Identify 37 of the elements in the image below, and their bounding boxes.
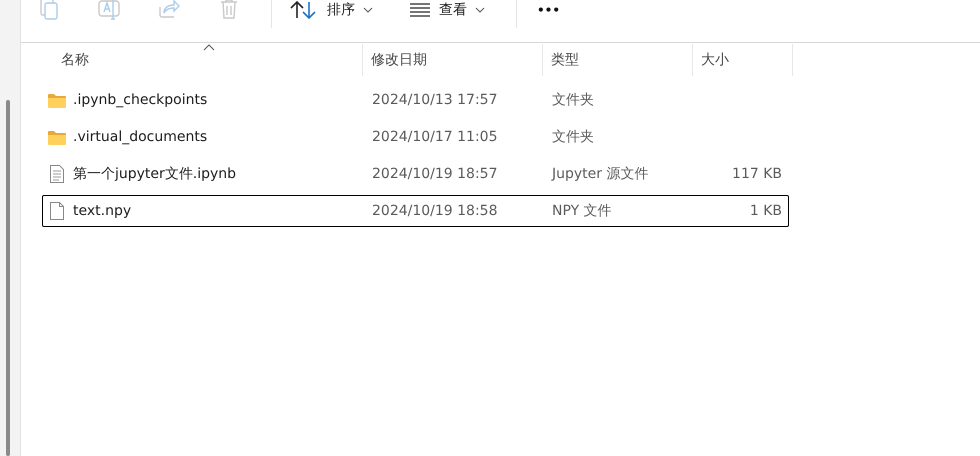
document-icon	[48, 165, 66, 183]
column-label: 大小	[701, 51, 729, 69]
file-type: 文件夹	[552, 91, 594, 109]
folder-icon	[48, 130, 66, 144]
file-type: 文件夹	[552, 128, 594, 146]
folder-icon	[48, 92, 66, 108]
file-type: NPY 文件	[552, 202, 612, 220]
modified-date: 2024/10/17 11:05	[372, 129, 498, 145]
file-row[interactable]: .ipynb_checkpoints 2024/10/13 17:57 文件夹	[42, 84, 789, 116]
scrollbar-thumb[interactable]	[6, 100, 10, 456]
file-size: 117 KB	[732, 166, 782, 182]
lines-icon	[409, 3, 431, 17]
file-type: Jupyter 源文件	[552, 165, 648, 183]
column-header[interactable]: 修改日期	[363, 44, 543, 76]
column-label: 修改日期	[371, 51, 427, 69]
chevron-down-icon	[363, 7, 373, 13]
column-label: 类型	[551, 51, 579, 69]
file-row[interactable]: .virtual_documents 2024/10/17 11:05 文件夹	[42, 121, 789, 153]
column-header[interactable]: 大小	[693, 44, 793, 76]
file-row[interactable]: text.npy 2024/10/19 18:58 NPY 文件 1 KB	[42, 195, 789, 227]
column-header[interactable]: 名称	[21, 44, 363, 76]
modified-date: 2024/10/13 17:57	[372, 92, 498, 108]
view-button[interactable]: 查看	[409, 0, 485, 20]
file-name: .virtual_documents	[73, 129, 208, 145]
more-button[interactable]: •••	[537, 0, 560, 20]
file-name: 第一个jupyter文件.ipynb	[73, 165, 236, 183]
chevron-down-icon	[475, 7, 485, 13]
sort-button[interactable]: 排序	[289, 0, 373, 20]
file-row[interactable]: 第一个jupyter文件.ipynb 2024/10/19 18:57 Jupyter 源文件 117 KB	[42, 158, 789, 190]
column-label: 名称	[61, 51, 89, 69]
file-icon	[48, 202, 66, 220]
file-name: .ipynb_checkpoints	[73, 92, 208, 108]
file-size: 1 KB	[750, 203, 782, 219]
modified-date: 2024/10/19 18:58	[372, 203, 498, 219]
file-name: text.npy	[73, 203, 132, 219]
modified-date: 2024/10/19 18:57	[372, 166, 498, 182]
column-header[interactable]: 类型	[543, 44, 693, 76]
